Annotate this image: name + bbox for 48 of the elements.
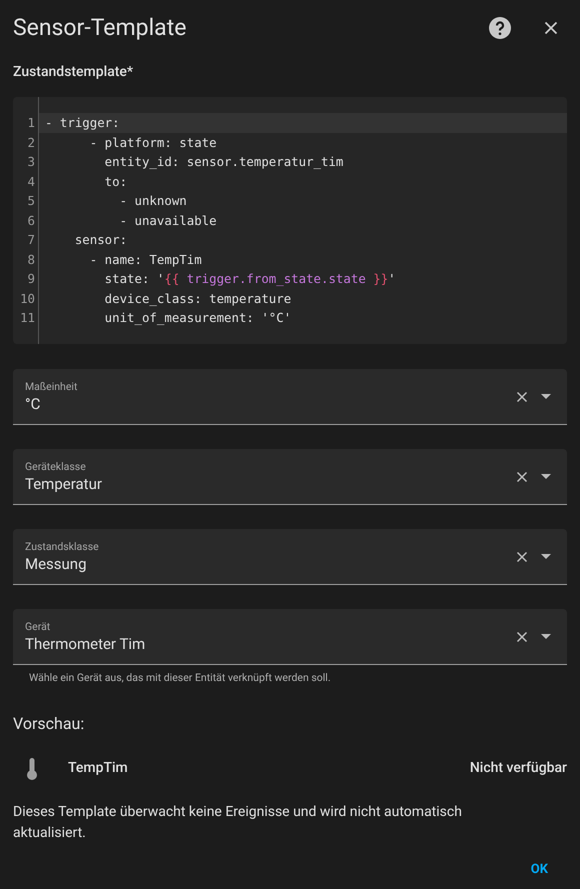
dropdown-caret-icon[interactable]: [541, 554, 551, 559]
line-number: 3: [28, 153, 35, 171]
line-number: 9: [28, 270, 35, 288]
select-field[interactable]: Geräteklasse Temperatur: [13, 449, 567, 505]
preview-note: Dieses Template überwacht keine Ereignisse und wird nicht automatisch aktualisiert.: [13, 802, 463, 843]
select-field[interactable]: Gerät Thermometer Tim: [13, 609, 567, 665]
line-number: 6: [28, 212, 35, 230]
code-line: - unavailable: [118, 212, 218, 230]
line-number: 10: [20, 290, 35, 308]
thermometer-icon: [27, 758, 37, 780]
field-label: Zustandsklasse: [25, 540, 100, 554]
code-line: - unknown: [118, 192, 188, 210]
line-number: 11: [20, 309, 35, 327]
ok-button[interactable]: OK: [522, 854, 556, 885]
field-value: Thermometer Tim: [25, 634, 146, 654]
line-number: 5: [28, 192, 35, 210]
code-line: state: '{{ trigger.from_state.state }}': [104, 270, 397, 288]
field-value: Messung: [25, 554, 88, 574]
dropdown-caret-icon[interactable]: [541, 634, 551, 639]
code-line: - name: TempTim: [88, 250, 203, 269]
entity-name: TempTim: [68, 759, 129, 778]
line-number: 7: [28, 231, 35, 249]
helper-text: Wähle ein Gerät aus, das mit dieser Entität verknüpft werden soll.: [28, 670, 332, 686]
code-line: entity_id: sensor.temperatur_tim: [104, 153, 344, 171]
field-value: °C: [25, 394, 42, 414]
code-line: unit_of_measurement: '°C': [104, 309, 292, 327]
code-editor[interactable]: [13, 97, 567, 344]
dropdown-caret-icon[interactable]: [541, 394, 551, 399]
line-number: 1: [28, 114, 35, 132]
template-label: Zustandstemplate*: [13, 63, 134, 82]
preview-heading: Vorschau:: [13, 712, 86, 735]
code-line: sensor:: [74, 231, 128, 249]
line-number: 4: [28, 172, 35, 190]
field-label: Maßeinheit: [25, 380, 78, 394]
select-field[interactable]: Zustandsklasse Messung: [13, 529, 567, 585]
code-line: to:: [104, 172, 128, 190]
help-icon[interactable]: [488, 16, 512, 40]
line-number: 2: [28, 134, 35, 152]
field-label: Gerät: [25, 620, 52, 634]
line-number: 8: [28, 250, 35, 268]
select-field[interactable]: Maßeinheit °C: [13, 369, 567, 425]
field-label: Geräteklasse: [25, 460, 87, 474]
code-line: - platform: state: [88, 134, 218, 152]
field-value: Temperatur: [25, 474, 103, 494]
entity-state: Nicht verfügbar: [470, 759, 567, 778]
dialog-title: Sensor-Template: [13, 12, 186, 43]
code-line: device_class: temperature: [104, 290, 292, 308]
dropdown-caret-icon[interactable]: [541, 474, 551, 479]
